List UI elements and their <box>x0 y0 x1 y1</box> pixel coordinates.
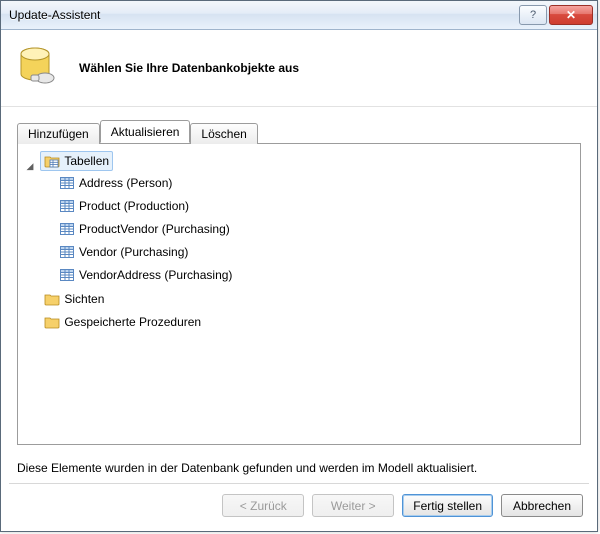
button-label: Abbrechen <box>513 499 571 513</box>
views-folder-icon <box>44 291 60 307</box>
expander-placeholder: ◢ <box>42 206 54 217</box>
tree-node-table[interactable]: Vendor (Purchasing) <box>55 242 192 262</box>
sprocs-folder-icon <box>44 314 60 330</box>
tree-node-views[interactable]: Sichten <box>40 289 108 309</box>
tree-node-table[interactable]: VendorAddress (Purchasing) <box>55 265 236 285</box>
cancel-button[interactable]: Abbrechen <box>501 494 583 517</box>
expander-placeholder: ◢ <box>24 299 36 310</box>
tree-node-label: ProductVendor (Purchasing) <box>79 222 230 236</box>
titlebar: Update-Assistent ? ✕ <box>1 1 597 30</box>
expander-placeholder: ◢ <box>42 275 54 286</box>
tree-node-label: Gespeicherte Prozeduren <box>64 315 201 329</box>
finish-button[interactable]: Fertig stellen <box>402 494 493 517</box>
button-label: Fertig stellen <box>413 499 482 513</box>
wizard-header-title: Wählen Sie Ihre Datenbankobjekte aus <box>79 61 299 75</box>
tree-node-table[interactable]: Product (Production) <box>55 196 193 216</box>
table-icon <box>59 267 75 283</box>
tab-label: Löschen <box>201 127 246 141</box>
tree-node-label: Vendor (Purchasing) <box>79 245 188 259</box>
info-text: Diese Elemente wurden in der Datenbank g… <box>1 451 597 483</box>
tree-node-label: Sichten <box>64 292 104 306</box>
expander-placeholder: ◢ <box>24 322 36 333</box>
tree-panel[interactable]: ◢ Tabellen ◢ Address (Person) ◢ Product (Pr… <box>17 143 581 445</box>
tree-node-label: Product (Production) <box>79 199 189 213</box>
tab-label: Hinzufügen <box>28 127 89 141</box>
wizard-header: Wählen Sie Ihre Datenbankobjekte aus <box>1 30 597 107</box>
object-tree: ◢ Tabellen ◢ Address (Person) ◢ Product (Pr… <box>22 150 576 334</box>
button-label: Weiter > <box>331 499 376 513</box>
tree-node-table[interactable]: Address (Person) <box>55 173 176 193</box>
expander-icon[interactable]: ◢ <box>24 161 36 172</box>
tree-node-tables[interactable]: Tabellen <box>40 151 113 171</box>
wizard-body: Hinzufügen Aktualisieren Löschen ◢ Tabel… <box>1 107 597 451</box>
tree-node-label: Tabellen <box>64 154 109 168</box>
table-icon <box>59 198 75 214</box>
expander-placeholder: ◢ <box>42 229 54 240</box>
tabstrip: Hinzufügen Aktualisieren Löschen <box>17 121 581 143</box>
tree-node-label: Address (Person) <box>79 176 172 190</box>
expander-placeholder: ◢ <box>42 183 54 194</box>
back-button: < Zurück <box>222 494 304 517</box>
close-button[interactable]: ✕ <box>549 5 593 25</box>
table-icon <box>59 175 75 191</box>
button-row: < Zurück Weiter > Fertig stellen Abbrech… <box>1 484 597 531</box>
tab-label: Aktualisieren <box>111 125 180 139</box>
tables-folder-icon <box>44 153 60 169</box>
table-icon <box>59 221 75 237</box>
help-button[interactable]: ? <box>519 5 547 25</box>
database-icon <box>15 44 63 92</box>
tab-add[interactable]: Hinzufügen <box>17 123 100 144</box>
dialog-window: Update-Assistent ? ✕ Wählen Sie Ihre Dat… <box>0 0 598 532</box>
tree-node-label: VendorAddress (Purchasing) <box>79 268 232 282</box>
tab-refresh[interactable]: Aktualisieren <box>100 120 191 143</box>
button-label: < Zurück <box>240 499 287 513</box>
tree-node-sprocs[interactable]: Gespeicherte Prozeduren <box>40 312 205 332</box>
table-icon <box>59 244 75 260</box>
window-title: Update-Assistent <box>9 8 517 22</box>
next-button: Weiter > <box>312 494 394 517</box>
expander-placeholder: ◢ <box>42 252 54 263</box>
tab-delete[interactable]: Löschen <box>190 123 257 144</box>
tree-node-table[interactable]: ProductVendor (Purchasing) <box>55 219 234 239</box>
